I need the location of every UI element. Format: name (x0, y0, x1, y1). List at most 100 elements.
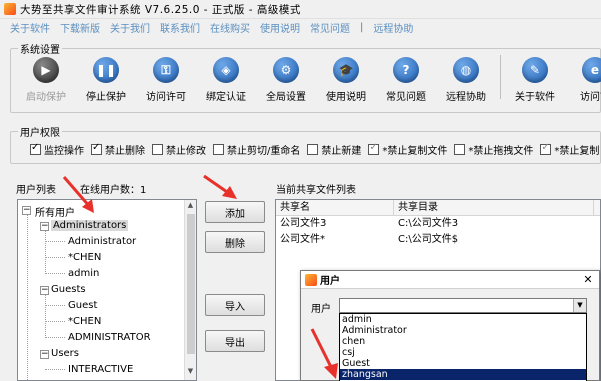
menu-item[interactable]: 关于我们 (110, 20, 150, 35)
permission-checkbox[interactable]: 禁止修改 (152, 142, 206, 157)
menu-item[interactable]: 使用说明 (260, 20, 300, 35)
tree-user[interactable]: ADMINISTRATOR (68, 332, 151, 343)
tree-user[interactable]: Administrator (68, 236, 136, 247)
toolbar-button[interactable]: ⚿ 访问许可 (136, 55, 196, 105)
toolbar-button-label: 远程协助 (446, 92, 486, 103)
toolbar-button[interactable]: ▶ 启动保护 (16, 55, 76, 105)
add-button[interactable]: 添加 (205, 201, 265, 223)
permission-checkbox[interactable]: *禁止拖拽文件 (454, 142, 533, 157)
expand-toggle-icon[interactable]: − (22, 206, 31, 215)
tree-group-guests[interactable]: Guests (51, 284, 86, 295)
checkbox-box[interactable] (307, 143, 319, 155)
checkbox-box[interactable] (540, 142, 552, 155)
close-icon[interactable]: ✕ (581, 273, 595, 287)
scroll-down-icon[interactable]: ▼ (185, 367, 196, 379)
tree-scrollbar[interactable]: ▲ ▼ (184, 200, 196, 380)
tree-line (45, 321, 65, 322)
tree-user[interactable]: admin (68, 268, 99, 279)
toolbar-button[interactable]: ◈ 绑定认证 (196, 55, 256, 105)
user-select[interactable]: ▼ (339, 298, 587, 313)
tree-user[interactable]: *CHEN (68, 252, 101, 263)
permission-checkbox[interactable]: 禁止新建 (307, 142, 361, 157)
table-cell: 公司文件3 (280, 218, 327, 229)
column-header-share-name[interactable]: 共享名 (276, 200, 394, 215)
checkbox-box[interactable] (152, 143, 163, 155)
permission-label: 禁止修改 (166, 145, 206, 157)
checkbox-box[interactable] (454, 143, 466, 155)
dropdown-option[interactable]: Guest (340, 358, 586, 369)
table-cell: C:\公司文件$ (398, 234, 459, 245)
user-tree[interactable]: − 所有用户 − Administrators Administrator *C… (17, 199, 197, 381)
expand-toggle-icon[interactable]: − (40, 350, 49, 359)
menu-item[interactable]: 在线购买 (210, 20, 250, 35)
tree-group-administrators[interactable]: Administrators (51, 220, 129, 231)
expand-toggle-icon[interactable]: − (40, 222, 49, 231)
tree-line (45, 305, 65, 306)
toolbar-button[interactable]: ❚❚ 停止保护 (76, 55, 136, 105)
dropdown-option[interactable]: zhangsan (340, 369, 586, 380)
import-button[interactable]: 导入 (205, 294, 265, 316)
tree-user[interactable]: INTERACTIVE (68, 364, 133, 375)
toolbar-button[interactable]: ⚙ 全局设置 (256, 55, 316, 105)
checkbox-box[interactable] (91, 142, 102, 155)
table-row[interactable]: 公司文件3 C:\公司文件3 (276, 216, 600, 232)
tree-line (45, 273, 65, 274)
user-permissions-label: 用户权限 (18, 124, 62, 139)
play-icon: ▶ (33, 57, 59, 83)
dropdown-option[interactable]: admin (340, 314, 586, 325)
tree-user[interactable]: *CHEN (68, 316, 101, 327)
permission-checkbox[interactable]: 禁止删除 (91, 142, 145, 157)
tree-line (45, 230, 46, 272)
toolbar-button-label: 访问官 (580, 92, 601, 103)
system-settings-label: 系统设置 (18, 41, 62, 56)
permission-label: 禁止剪切/重命名 (227, 145, 301, 157)
checkbox-box[interactable] (368, 142, 380, 155)
scroll-up-icon[interactable]: ▲ (185, 201, 196, 213)
tree-group-users[interactable]: Users (51, 348, 79, 359)
ie-icon: e (582, 57, 601, 83)
toolbar-button[interactable]: e 访问官 (565, 55, 601, 105)
column-header-share-dir[interactable]: 共享目录 (394, 200, 594, 215)
menu-item[interactable]: 下载新版 (60, 20, 100, 35)
dropdown-option[interactable]: chen (340, 336, 586, 347)
toolbar-button-label: 启动保护 (26, 92, 66, 103)
scroll-thumb[interactable] (187, 214, 195, 354)
toolbar-button[interactable]: ? 常见问题 (376, 55, 436, 105)
checkbox-box[interactable] (213, 143, 224, 155)
dropdown-option[interactable]: csj (340, 347, 586, 358)
expand-toggle-icon[interactable]: − (40, 286, 49, 295)
shares-label: 当前共享文件列表 (276, 185, 356, 196)
delete-button[interactable]: 删除 (205, 231, 265, 253)
tree-line (27, 212, 28, 380)
tree-user[interactable]: Guest (68, 300, 97, 311)
dialog-title: 用户 (320, 276, 340, 287)
chevron-down-icon[interactable]: ▼ (573, 299, 586, 312)
permission-label: 禁止新建 (321, 145, 362, 157)
table-row[interactable]: 公司文件* C:\公司文件$ (276, 232, 600, 248)
permission-checkbox[interactable]: 监控操作 (30, 142, 84, 157)
permission-label: 监控操作 (44, 145, 84, 157)
menu-item[interactable]: 常见问题 (310, 20, 350, 35)
toolbar-button[interactable]: 🎓 使用说明 (316, 55, 376, 105)
permission-checkbox[interactable]: *禁止复制 (540, 142, 599, 157)
permission-label: *禁止拖拽文件 (468, 145, 534, 157)
annotation-arrow-icon (203, 174, 237, 199)
dropdown-option[interactable]: Administrator (340, 325, 586, 336)
export-button[interactable]: 导出 (205, 330, 265, 352)
user-dropdown-list[interactable]: admin Administrator chen csj Guest zhangsan (339, 313, 587, 381)
pause-icon: ❚❚ (93, 57, 119, 83)
permission-checkbox[interactable]: *禁止复制文件 (368, 142, 447, 157)
list-header: 共享名 共享目录 (276, 200, 600, 216)
checkbox-box[interactable] (30, 142, 41, 155)
menu-item[interactable]: 关于软件 (10, 20, 50, 35)
user-list-label: 用户列表 (16, 185, 56, 196)
tree-line (45, 241, 65, 242)
menu-item[interactable]: 远程协助 (373, 20, 413, 35)
permission-label: *禁止复制 (554, 145, 600, 157)
menu-item[interactable]: 联系我们 (160, 20, 200, 35)
permission-checkbox[interactable]: 禁止剪切/重命名 (213, 142, 300, 157)
toolbar-button[interactable]: ◍ 远程协助 (436, 55, 496, 105)
app-icon (305, 273, 317, 286)
table-cell: 公司文件* (280, 234, 325, 245)
toolbar-button[interactable]: ✎ 关于软件 (505, 55, 565, 105)
